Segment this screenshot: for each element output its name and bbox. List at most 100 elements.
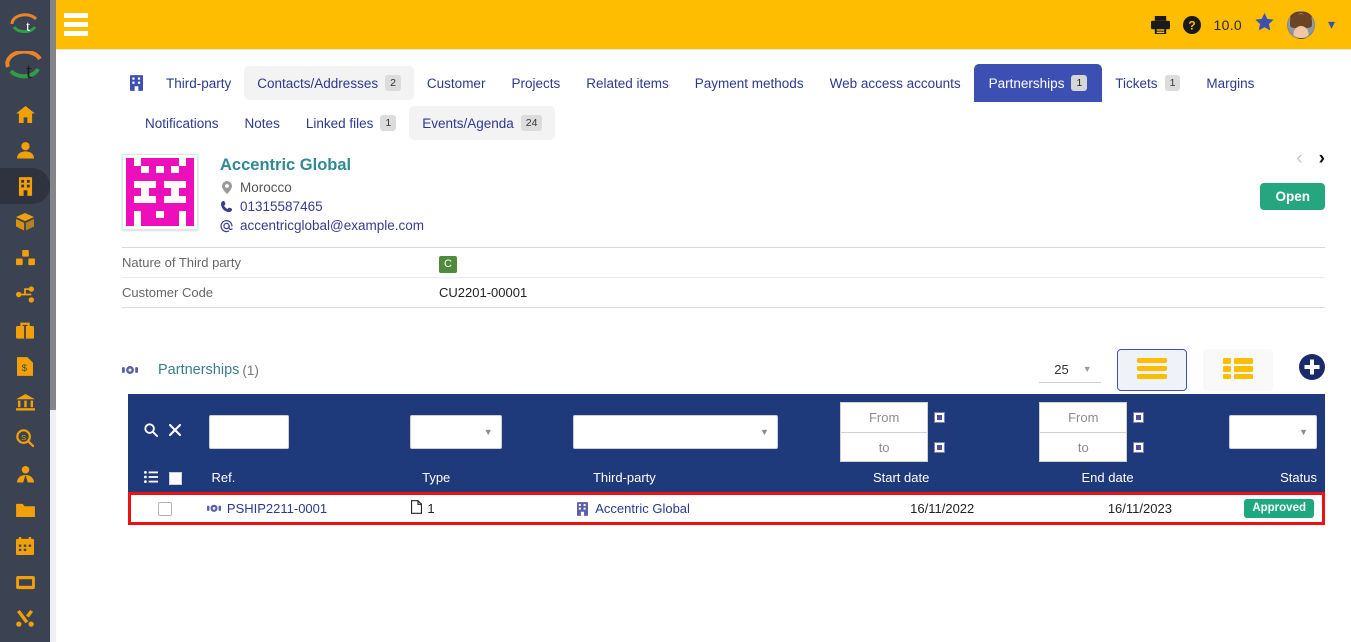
sidebar-item-products[interactable] — [0, 204, 50, 240]
chevron-down-icon: ▼ — [1299, 427, 1308, 437]
column-label: End date — [1081, 470, 1134, 485]
table-row[interactable]: PSHIP2211-0001 1 Accentric Global 16/11/… — [128, 492, 1325, 525]
application-window: t t $ S ? 10.0 ▾ Third-party Contacts/Ad… — [0, 0, 1351, 642]
section-title[interactable]: Partnerships — [158, 362, 239, 378]
hamburger-icon[interactable] — [64, 13, 88, 36]
list-view-button[interactable] — [1117, 349, 1187, 391]
calendar-picker-icon[interactable] — [934, 441, 946, 453]
page-scrollbar-thumb[interactable] — [50, 0, 56, 410]
identicon-cell — [186, 210, 194, 219]
tab-third-party[interactable]: Third-party — [153, 67, 244, 100]
identicon-cell — [171, 218, 179, 226]
column-header-ref[interactable]: Ref. — [204, 469, 415, 487]
identicon-cell — [149, 181, 157, 189]
company-identicon — [122, 154, 198, 230]
tab-label: Notifications — [145, 115, 219, 131]
per-page-selector[interactable]: 25 ▼ — [1039, 358, 1101, 383]
filter-status-select[interactable]: ▼ — [1228, 415, 1317, 449]
question-circle-icon[interactable]: ? — [1182, 15, 1201, 34]
tab-notes[interactable]: Notes — [232, 107, 293, 140]
start-date-from-input[interactable]: From — [840, 402, 929, 432]
tab-customer[interactable]: Customer — [414, 67, 499, 100]
tab-badge: 2 — [385, 75, 401, 91]
sidebar-item-ticket[interactable] — [0, 564, 50, 600]
sidebar-item-bank[interactable] — [0, 384, 50, 420]
tab-payment-methods[interactable]: Payment methods — [682, 67, 817, 100]
filter-third-party-select[interactable]: ▼ — [572, 415, 778, 449]
tab-margins[interactable]: Margins — [1193, 67, 1267, 100]
identicon-cell — [186, 203, 194, 211]
search-icon[interactable] — [144, 422, 158, 442]
column-header-status[interactable]: Status — [1272, 469, 1325, 487]
sidebar-item-third-parties[interactable] — [0, 168, 50, 204]
tab-events-agenda[interactable]: Events/Agenda 24 — [409, 106, 556, 140]
tab-label: Projects — [511, 75, 561, 91]
end-date-to-input[interactable]: to — [1039, 432, 1128, 462]
tab-contacts-addresses[interactable]: Contacts/Addresses 2 — [244, 66, 414, 100]
sidebar-item-billing[interactable]: $ — [0, 348, 50, 384]
column-header-third-party[interactable]: Third-party — [585, 469, 865, 487]
column-header-end-date[interactable]: End date — [1074, 469, 1273, 487]
sidebar-item-projects[interactable] — [0, 276, 50, 312]
filter-ref-input[interactable] — [208, 415, 289, 449]
filter-type-select[interactable]: ▼ — [409, 415, 502, 449]
column-header-start-date[interactable]: Start date — [865, 469, 1074, 487]
chevron-down-icon[interactable]: ▾ — [1328, 16, 1335, 33]
row-status-cell: Approved — [1236, 499, 1322, 518]
identicon-cell — [134, 158, 142, 166]
row-third-party[interactable]: Accentric Global — [595, 501, 690, 516]
chevron-left-icon[interactable]: ‹ — [1296, 148, 1302, 170]
printer-icon[interactable] — [1150, 15, 1170, 34]
sidebar-item-documents[interactable] — [0, 492, 50, 528]
sidebar-item-stocks[interactable] — [0, 240, 50, 276]
identicon-cell — [163, 158, 172, 166]
identicon-cell — [156, 173, 164, 181]
sidebar-item-members[interactable] — [0, 132, 50, 168]
star-icon[interactable] — [1255, 13, 1274, 36]
chevron-right-icon[interactable]: › — [1319, 148, 1325, 170]
sidebar-item-agenda[interactable] — [0, 528, 50, 564]
dolibarr-logo-icon-small[interactable]: t — [4, 4, 46, 44]
identicon-cell — [141, 158, 149, 166]
sidebar-item-hrm[interactable] — [0, 456, 50, 492]
filter-ref-cell — [201, 415, 402, 449]
tab-badge: 24 — [520, 115, 543, 131]
company-email[interactable]: accentricglobal@example.com — [240, 218, 424, 233]
tab-linked-files[interactable]: Linked files 1 — [293, 106, 409, 140]
identicon-cell — [156, 218, 164, 226]
column-label: Ref. — [211, 470, 236, 485]
tab-related-items[interactable]: Related items — [573, 67, 682, 100]
end-date-from-input[interactable]: From — [1039, 402, 1128, 432]
sidebar-item-accounting[interactable]: S — [0, 420, 50, 456]
grid-view-button[interactable] — [1203, 349, 1273, 391]
calendar-picker-icon[interactable] — [1133, 411, 1145, 423]
add-partnership-button[interactable] — [1299, 353, 1325, 387]
tab-web-access-accounts[interactable]: Web access accounts — [817, 67, 974, 100]
select-all-checkbox[interactable] — [169, 471, 182, 485]
identicon-cell — [141, 188, 149, 196]
row-checkbox[interactable] — [157, 501, 172, 516]
row-ref-cell: PSHIP2211-0001 — [199, 501, 403, 516]
sidebar-item-commercial[interactable] — [0, 312, 50, 348]
row-ref[interactable]: PSHIP2211-0001 — [227, 501, 327, 516]
clear-x-icon[interactable] — [168, 423, 182, 441]
calendar-picker-icon[interactable] — [934, 411, 946, 423]
company-phone[interactable]: 01315587465 — [240, 199, 323, 214]
tab-third-party-icon[interactable] — [120, 66, 153, 100]
tab-tickets[interactable]: Tickets 1 — [1102, 66, 1193, 100]
start-date-to-input[interactable]: to — [840, 432, 929, 462]
tab-notifications[interactable]: Notifications — [132, 107, 232, 140]
sidebar-item-home[interactable] — [0, 96, 50, 132]
dolibarr-logo-icon-large[interactable]: t — [2, 44, 48, 92]
tab-projects[interactable]: Projects — [498, 67, 573, 100]
avatar[interactable] — [1286, 10, 1315, 39]
sidebar-item-tools[interactable] — [0, 600, 50, 636]
identicon-cell — [163, 173, 172, 181]
identicon-cell — [133, 173, 142, 181]
calendar-picker-icon[interactable] — [1133, 441, 1145, 453]
tab-badge: 1 — [1164, 75, 1181, 91]
column-header-type[interactable]: Type — [414, 469, 585, 487]
tab-partnerships[interactable]: Partnerships 1 — [973, 64, 1103, 102]
column-selector-icon[interactable] — [144, 470, 158, 486]
identicon-cell — [149, 196, 157, 204]
